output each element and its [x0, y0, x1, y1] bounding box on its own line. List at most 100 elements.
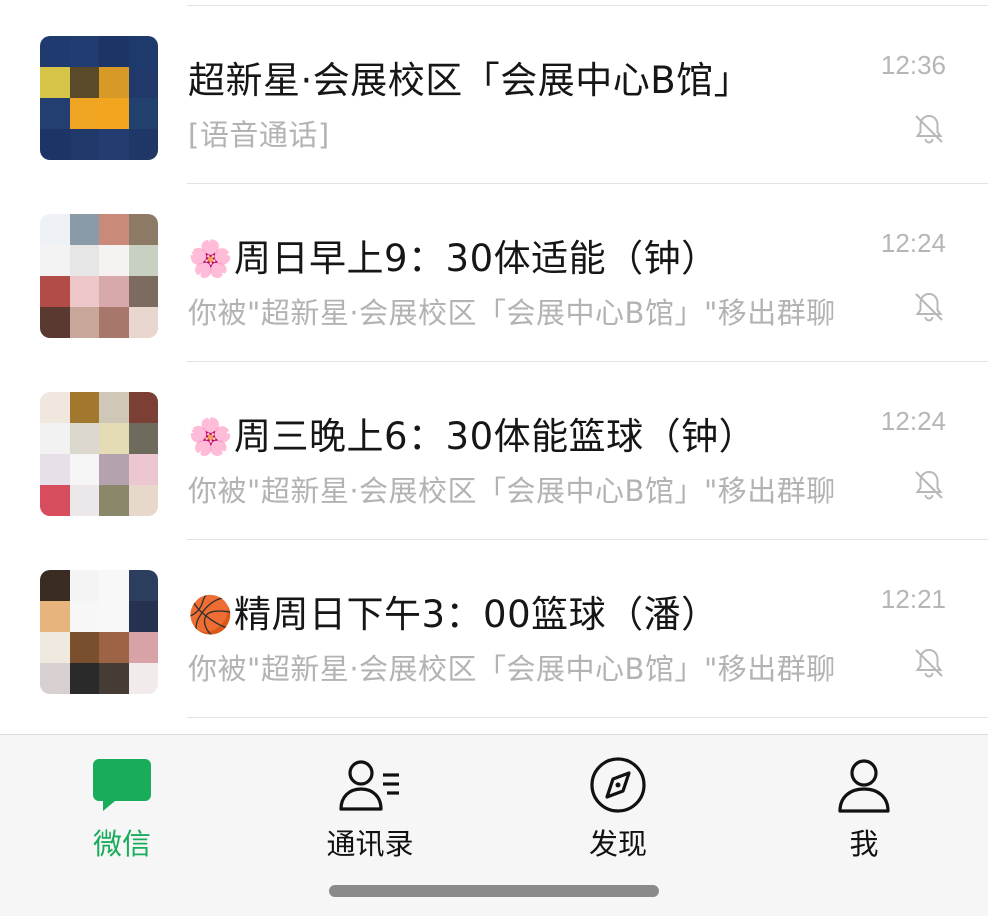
divider [187, 717, 988, 718]
chat-time: 12:36 [880, 50, 946, 80]
avatar-pixel [40, 245, 70, 276]
avatar-pixel [99, 663, 129, 694]
chat-time: 12:21 [880, 584, 946, 614]
group-avatar [40, 570, 158, 694]
avatar-pixel [128, 570, 158, 601]
chat-time: 12:24 [880, 228, 946, 258]
avatar-pixel [128, 129, 158, 160]
chat-title-text: 周三晚上6：30体能篮球（钟） [234, 415, 757, 458]
tab-discover[interactable]: 发现 [528, 749, 708, 861]
contacts-icon [339, 760, 399, 811]
avatar-pixel [128, 663, 158, 694]
home-indicator[interactable] [329, 885, 659, 897]
avatar-pixel [128, 98, 158, 129]
avatar-pixel [40, 601, 70, 632]
avatar-pixel [99, 632, 129, 663]
chat-title: 🌸周三晚上6：30体能篮球（钟） [188, 406, 756, 460]
avatar-pixel [128, 67, 158, 98]
chat-row[interactable]: 🌸周日早上9：30体适能（钟） 你被"超新星·会展校区「会展中心B馆」"移出群聊… [0, 184, 988, 362]
chat-preview: 你被"超新星·会展校区「会展中心B馆」"移出群聊 [188, 652, 836, 686]
person-icon [838, 759, 890, 813]
avatar-pixel [69, 67, 99, 98]
avatar-pixel [69, 307, 99, 338]
avatar-pixel [69, 214, 99, 245]
avatar-pixel [128, 632, 158, 663]
avatar-pixel [69, 632, 99, 663]
tab-me[interactable]: 我 [774, 749, 954, 861]
avatar-pixel [40, 276, 70, 307]
avatar-pixel [99, 601, 129, 632]
avatar-pixel [99, 214, 129, 245]
avatar-pixel [40, 392, 70, 423]
avatar-pixel [99, 36, 129, 67]
group-avatar [40, 36, 158, 160]
tab-label: 发现 [588, 827, 647, 861]
avatar-pixel [40, 307, 70, 338]
avatar-pixel [69, 485, 99, 516]
avatar-pixel [128, 36, 158, 67]
chat-row[interactable]: 超新星·会展校区「会展中心B馆」 [语音通话] 12:36 [0, 6, 988, 184]
avatar-pixel [99, 307, 129, 338]
avatar-pixel [40, 214, 70, 245]
avatar-pixel [40, 570, 70, 601]
avatar-pixel [69, 36, 99, 67]
avatar-pixel [99, 67, 129, 98]
chat-title: 🏀精周日下午3：00篮球（潘） [188, 584, 719, 638]
avatar-pixel [69, 245, 99, 276]
chat-title: 🌸周日早上9：30体适能（钟） [188, 228, 719, 282]
chat-row[interactable]: 🏀精周日下午3：00篮球（潘） 你被"超新星·会展校区「会展中心B馆」"移出群聊… [0, 540, 988, 718]
chat-preview: 你被"超新星·会展校区「会展中心B馆」"移出群聊 [188, 296, 836, 330]
avatar-pixel [128, 307, 158, 338]
avatar-pixel [40, 454, 70, 485]
avatar-pixel [99, 276, 129, 307]
mute-bell-icon [915, 114, 943, 144]
tab-label: 通讯录 [326, 827, 414, 861]
flower-emoji-icon: 🌸 [188, 239, 234, 280]
avatar-pixel [40, 632, 70, 663]
mute-bell-icon [915, 648, 943, 678]
chat-preview: [语音通话] [188, 118, 330, 152]
avatar-pixel [69, 392, 99, 423]
tab-label: 微信 [92, 827, 151, 861]
chat-row[interactable]: 🌸周三晚上6：30体能篮球（钟） 你被"超新星·会展校区「会展中心B馆」"移出群… [0, 362, 988, 540]
avatar-pixel [69, 129, 99, 160]
chat-preview: 你被"超新星·会展校区「会展中心B馆」"移出群聊 [188, 474, 836, 508]
avatar-pixel [69, 601, 99, 632]
avatar-pixel [128, 392, 158, 423]
avatar-pixel [99, 454, 129, 485]
avatar-pixel [128, 245, 158, 276]
avatar-pixel [128, 276, 158, 307]
avatar-pixel [128, 601, 158, 632]
avatar-pixel [99, 485, 129, 516]
avatar-pixel [40, 67, 70, 98]
avatar-pixel [40, 663, 70, 694]
group-avatar [40, 214, 158, 338]
tab-chats[interactable]: 微信 [32, 749, 212, 861]
mute-bell-icon [915, 292, 943, 322]
avatar-pixel [69, 663, 99, 694]
avatar-pixel [69, 276, 99, 307]
avatar-pixel [99, 98, 129, 129]
chat-title: 超新星·会展校区「会展中心B馆」 [188, 50, 751, 104]
chat-bubble-icon [93, 759, 151, 811]
avatar-pixel [99, 570, 129, 601]
avatar-pixel [40, 129, 70, 160]
avatar-pixel [99, 392, 129, 423]
avatar-pixel [128, 423, 158, 454]
chat-time: 12:24 [880, 406, 946, 436]
avatar-pixel [69, 570, 99, 601]
avatar-pixel [69, 454, 99, 485]
chat-title-text: 周日早上9：30体适能（钟） [234, 237, 719, 280]
avatar-pixel [128, 485, 158, 516]
chat-title-text: 精周日下午3：00篮球（潘） [234, 593, 719, 636]
bottom-tab-bar: 微信 通讯录 发现 我 [0, 734, 988, 916]
mute-bell-icon [915, 470, 943, 500]
basketball-emoji-icon: 🏀 [188, 595, 234, 636]
chat-title-text: 超新星·会展校区「会展中心B馆」 [188, 59, 752, 102]
tab-contacts[interactable]: 通讯录 [280, 749, 460, 861]
avatar-pixel [40, 423, 70, 454]
chat-list: 超新星·会展校区「会展中心B馆」 [语音通话] 12:36 🌸周日早上9：30体… [0, 0, 988, 734]
avatar-pixel [40, 36, 70, 67]
avatar-pixel [99, 129, 129, 160]
group-avatar [40, 392, 158, 516]
